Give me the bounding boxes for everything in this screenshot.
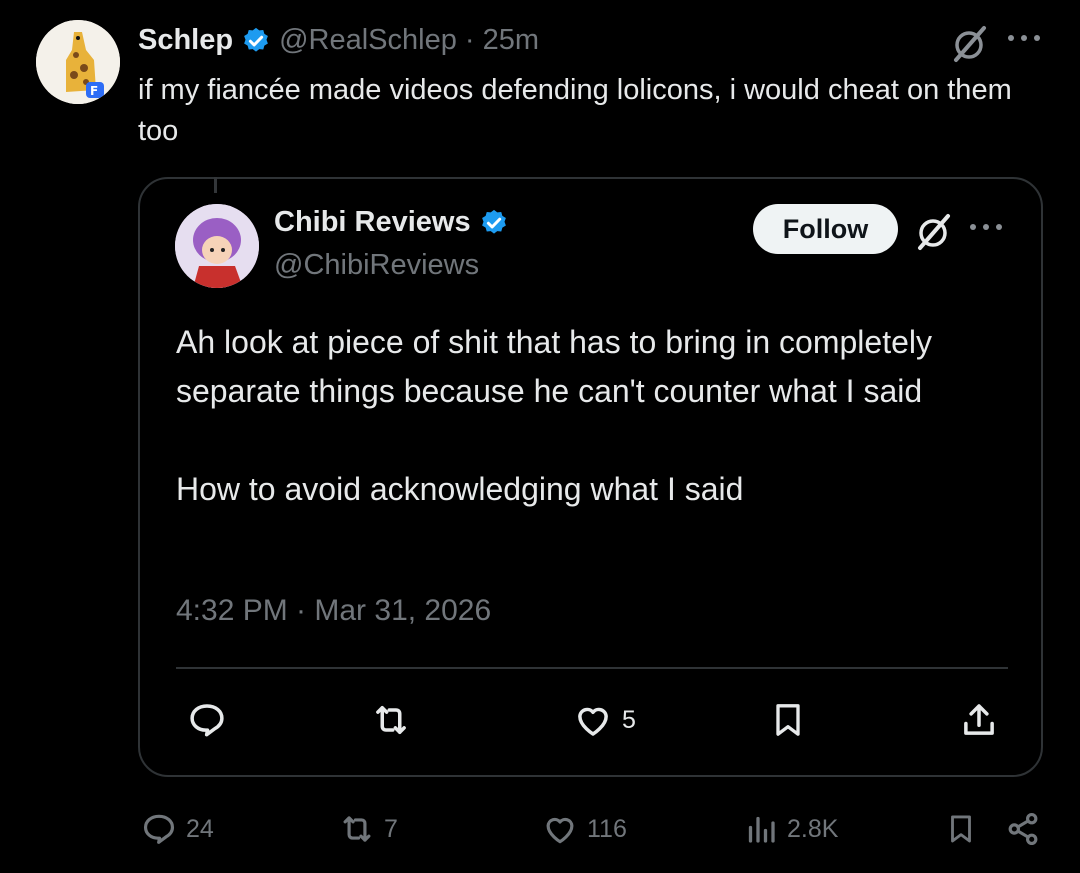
share-button[interactable]	[1004, 810, 1042, 848]
repost-button[interactable]: 7	[338, 810, 398, 848]
giraffe-avatar-image: F	[36, 20, 120, 104]
like-button[interactable]: 5	[572, 699, 636, 741]
thread-line	[214, 177, 217, 193]
repost-count: 7	[384, 814, 398, 843]
verified-badge-icon	[481, 209, 506, 234]
bookmark-button[interactable]	[944, 810, 978, 848]
like-icon	[546, 817, 574, 844]
share-icon	[1008, 813, 1038, 845]
divider	[176, 667, 1008, 669]
author-handle[interactable]: @RealSchlep	[279, 24, 457, 57]
tweet-header: Schlep @RealSchlep · 25m	[138, 24, 539, 57]
like-button[interactable]: 116	[541, 810, 627, 848]
grok-icon[interactable]	[950, 24, 990, 69]
share-icon	[964, 704, 994, 735]
tweet-text: if my fiancée made videos defending loli…	[138, 74, 1012, 147]
quoted-tweet-timestamp[interactable]: 4:32 PM · Mar 31, 2026	[176, 594, 491, 628]
more-icon[interactable]	[968, 219, 1004, 240]
reply-count: 24	[186, 814, 214, 843]
quoted-tweet-paragraph: How to avoid acknowledging what I said	[176, 471, 744, 507]
author-name[interactable]: Schlep	[138, 24, 233, 57]
views-button[interactable]: 2.8K	[743, 810, 838, 848]
reply-button[interactable]: 24	[140, 810, 214, 848]
tweet-time[interactable]: · 25m	[465, 24, 539, 57]
quoted-tweet-text: Ah look at piece of shit that has to bri…	[176, 318, 996, 514]
quoted-author-name[interactable]: Chibi Reviews	[274, 206, 471, 239]
like-count: 5	[622, 705, 636, 734]
repost-icon	[376, 706, 406, 734]
like-count: 116	[587, 814, 627, 843]
follow-button[interactable]: Follow	[753, 204, 898, 254]
more-icon[interactable]	[1006, 30, 1042, 51]
bookmark-icon	[951, 815, 971, 843]
share-button[interactable]	[958, 699, 1000, 741]
reply-icon	[190, 704, 224, 737]
like-icon	[578, 707, 608, 736]
views-count: 2.8K	[787, 814, 839, 843]
quoted-author-avatar[interactable]	[175, 204, 259, 288]
repost-button[interactable]	[370, 699, 412, 741]
quoted-tweet-paragraph: Ah look at piece of shit that has to bri…	[176, 324, 932, 409]
quoted-author-handle[interactable]: @ChibiReviews	[274, 249, 479, 282]
grok-icon[interactable]	[914, 212, 954, 257]
reply-icon	[143, 814, 175, 844]
repost-icon	[343, 816, 371, 842]
bookmark-icon	[776, 704, 800, 736]
views-icon	[748, 816, 775, 843]
chibi-avatar-image	[175, 204, 259, 288]
bookmark-button[interactable]	[768, 699, 808, 741]
reply-button[interactable]	[186, 699, 228, 741]
quoted-author-line: Chibi Reviews	[274, 206, 509, 239]
svg-text:F: F	[90, 84, 98, 98]
author-avatar[interactable]: F	[36, 20, 120, 104]
verified-badge-icon	[244, 27, 268, 52]
